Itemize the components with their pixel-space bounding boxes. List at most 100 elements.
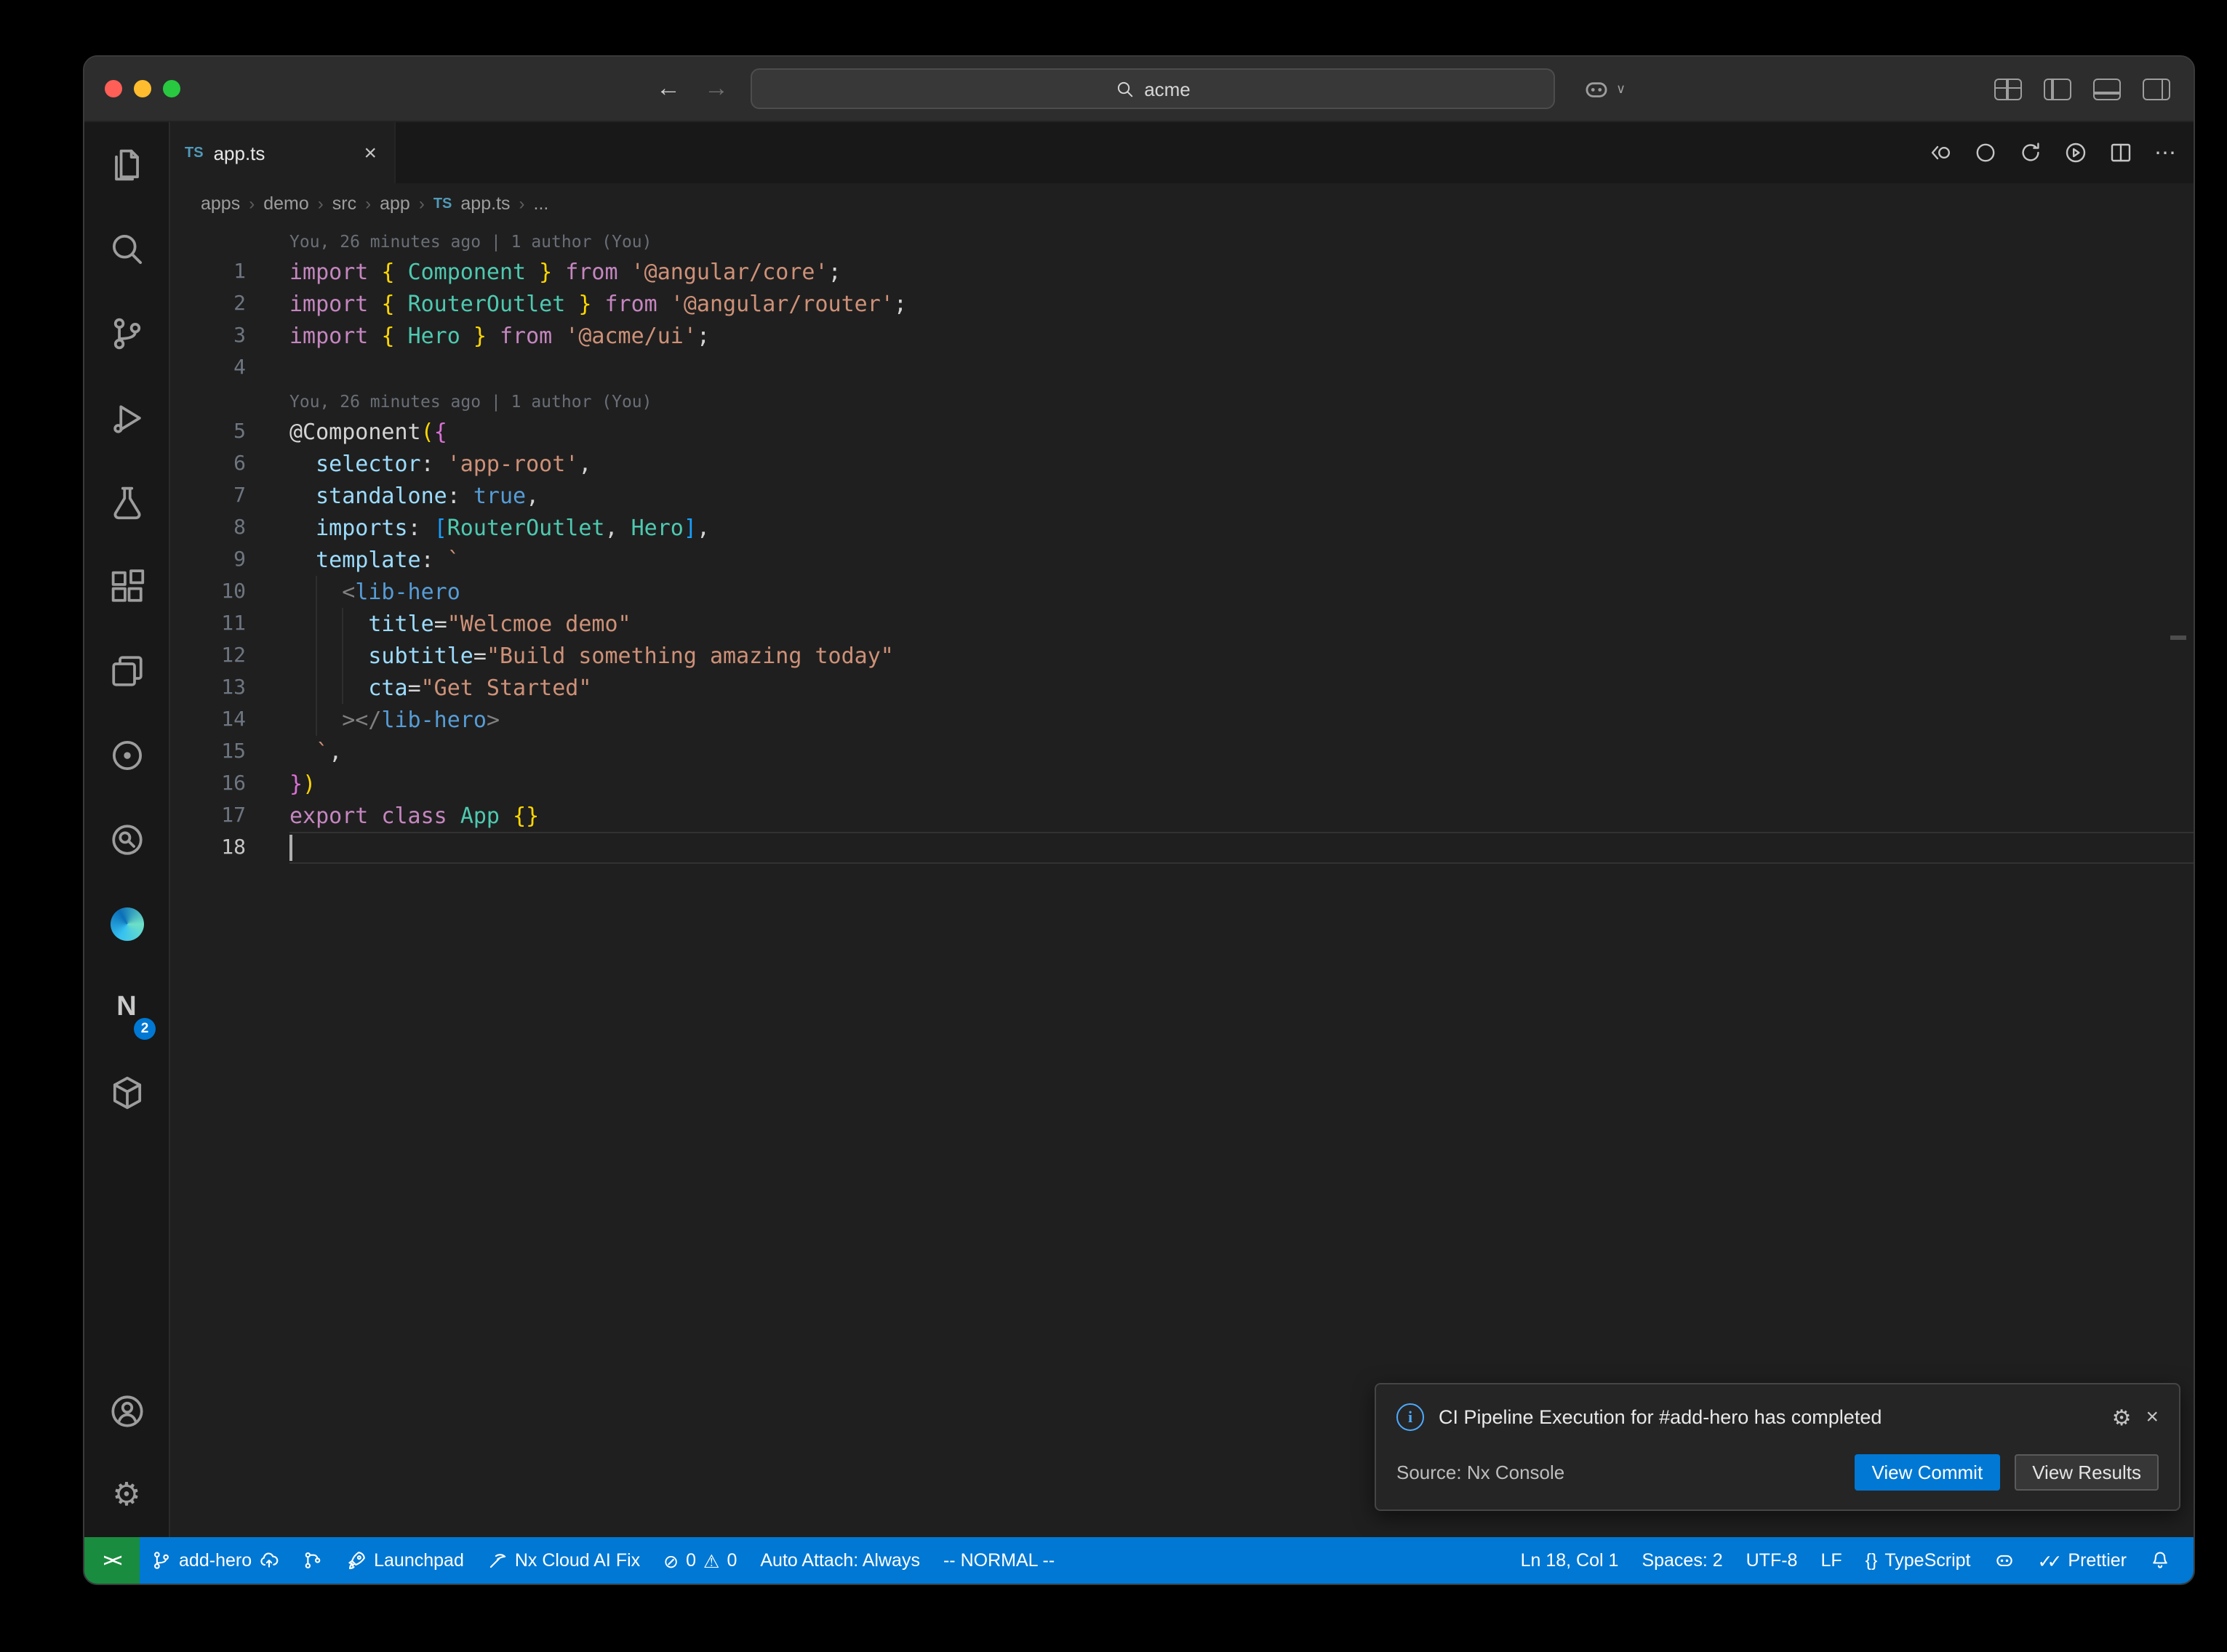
sidebar-item-extensions[interactable]	[84, 544, 169, 628]
breadcrumb-item[interactable]: app	[380, 193, 410, 214]
line-number[interactable]: 7	[170, 480, 289, 512]
sidebar-item-gitlens[interactable]	[84, 797, 169, 881]
settings-button[interactable]: ⚙	[84, 1453, 169, 1537]
cursor-position-button[interactable]: Ln 18, Col 1	[1509, 1537, 1631, 1584]
line-number[interactable]: 18	[170, 832, 289, 864]
launchpad-button[interactable]: Launchpad	[335, 1537, 476, 1584]
sidebar-item-testing[interactable]	[84, 460, 169, 544]
git-graph-button[interactable]	[291, 1537, 335, 1584]
line-number[interactable]: 10	[170, 576, 289, 608]
sidebar-item-source-control[interactable]	[84, 291, 169, 375]
line-number[interactable]: 6	[170, 448, 289, 480]
vim-mode-indicator[interactable]: -- NORMAL --	[932, 1537, 1066, 1584]
code-row[interactable]: 3import { Hero } from '@acme/ui';	[170, 320, 2194, 352]
sidebar-item-nx-console[interactable]: N 2	[84, 966, 169, 1050]
indentation-button[interactable]: Spaces: 2	[1630, 1537, 1734, 1584]
problems-button[interactable]: ⊘ 0 ⚠ 0	[652, 1537, 748, 1584]
code-row[interactable]: 2import { RouterOutlet } from '@angular/…	[170, 288, 2194, 320]
toggle-panel-icon[interactable]	[2093, 78, 2121, 100]
breadcrumb-file[interactable]: app.ts	[460, 193, 510, 214]
breadcrumb-tail[interactable]: ...	[534, 193, 549, 214]
line-number[interactable]: 12	[170, 640, 289, 672]
breadcrumb-item[interactable]: apps	[201, 193, 240, 214]
sidebar-item-dependencies[interactable]	[84, 1050, 169, 1134]
line-number[interactable]: 1	[170, 256, 289, 288]
line-number[interactable]: 4	[170, 352, 289, 384]
code-row[interactable]: 5@Component({	[170, 416, 2194, 448]
code-row[interactable]: 14 ></lib-hero>	[170, 704, 2194, 736]
customize-layout-icon[interactable]	[1994, 78, 2022, 100]
close-window-button[interactable]	[105, 80, 122, 97]
more-actions-button[interactable]: ⋯	[2154, 140, 2176, 166]
view-commit-button[interactable]: View Commit	[1855, 1454, 2001, 1491]
sidebar-item-search[interactable]	[84, 206, 169, 291]
breadcrumb-item[interactable]: src	[332, 193, 356, 214]
line-number[interactable]: 11	[170, 608, 289, 640]
sidebar-item-remote-explorer[interactable]	[84, 628, 169, 713]
copilot-menu[interactable]: ∨	[1583, 57, 1626, 121]
code-row[interactable]: 12 subtitle="Build something amazing tod…	[170, 640, 2194, 672]
copilot-status-button[interactable]	[1983, 1537, 2026, 1584]
sidebar-item-run-debug[interactable]	[84, 375, 169, 460]
compare-changes-button[interactable]	[1929, 141, 1952, 164]
notification-settings-button[interactable]: ⚙	[2112, 1404, 2132, 1430]
line-number[interactable]: 2	[170, 288, 289, 320]
code-row[interactable]: 6 selector: 'app-root',	[170, 448, 2194, 480]
line-number[interactable]: 16	[170, 768, 289, 800]
sidebar-item-explorer[interactable]	[84, 122, 169, 206]
split-editor-button[interactable]	[2109, 141, 2132, 164]
code-row[interactable]: 13 cta="Get Started"	[170, 672, 2194, 704]
run-code-button[interactable]	[2064, 141, 2087, 164]
code-row[interactable]: 8 imports: [RouterOutlet, Hero],	[170, 512, 2194, 544]
notifications-bell-button[interactable]	[2138, 1537, 2182, 1584]
code-row[interactable]: 11 title="Welcmoe demo"	[170, 608, 2194, 640]
line-number[interactable]: 8	[170, 512, 289, 544]
view-results-button[interactable]: View Results	[2015, 1454, 2159, 1491]
line-number[interactable]: 17	[170, 800, 289, 832]
code-row[interactable]: 4	[170, 352, 2194, 384]
accounts-button[interactable]	[84, 1368, 169, 1453]
eol-button[interactable]: LF	[1809, 1537, 1853, 1584]
code-editor[interactable]: You, 26 minutes ago | 1 author (You)1imp…	[170, 224, 2194, 1537]
blame-row[interactable]: You, 26 minutes ago | 1 author (You)	[170, 224, 2194, 256]
blame-row[interactable]: You, 26 minutes ago | 1 author (You)	[170, 384, 2194, 416]
code-row[interactable]: 15 `,	[170, 736, 2194, 768]
line-number[interactable]: 5	[170, 416, 289, 448]
line-number[interactable]	[170, 384, 289, 416]
code-row[interactable]: 18	[170, 832, 2194, 864]
command-center-search[interactable]: acme	[751, 68, 1555, 109]
minimize-window-button[interactable]	[134, 80, 151, 97]
breadcrumb-item[interactable]: demo	[263, 193, 309, 214]
sidebar-item-actions[interactable]	[84, 713, 169, 797]
refresh-button[interactable]	[2019, 141, 2042, 164]
line-number[interactable]: 13	[170, 672, 289, 704]
toggle-secondary-sidebar-icon[interactable]	[2143, 78, 2170, 100]
sidebar-item-edge-tools[interactable]	[84, 881, 169, 966]
navigate-back-button[interactable]: ←	[656, 57, 681, 121]
line-number[interactable]: 9	[170, 544, 289, 576]
auto-attach-button[interactable]: Auto Attach: Always	[748, 1537, 932, 1584]
remote-indicator-button[interactable]: ><	[84, 1537, 140, 1584]
code-row[interactable]: 10 <lib-hero	[170, 576, 2194, 608]
code-row[interactable]: 9 template: `	[170, 544, 2194, 576]
close-tab-button[interactable]: ×	[361, 140, 380, 165]
line-number[interactable]: 15	[170, 736, 289, 768]
zoom-window-button[interactable]	[163, 80, 180, 97]
status-circle-button[interactable]	[1974, 141, 1997, 164]
navigate-forward-button[interactable]: →	[704, 57, 729, 121]
formatter-button[interactable]: ✓✓ Prettier	[2026, 1537, 2139, 1584]
line-number[interactable]: 14	[170, 704, 289, 736]
git-branch-button[interactable]: add-hero	[140, 1537, 291, 1584]
encoding-button[interactable]: UTF-8	[1735, 1537, 1810, 1584]
code-row[interactable]: 1import { Component } from '@angular/cor…	[170, 256, 2194, 288]
toggle-sidebar-icon[interactable]	[2044, 78, 2071, 100]
code-row[interactable]: 7 standalone: true,	[170, 480, 2194, 512]
language-mode-button[interactable]: {} TypeScript	[1854, 1537, 1983, 1584]
code-row[interactable]: 16})	[170, 768, 2194, 800]
line-number[interactable]: 3	[170, 320, 289, 352]
notification-close-button[interactable]: ×	[2146, 1405, 2159, 1430]
code-row[interactable]: 17export class App {}	[170, 800, 2194, 832]
tab-app-ts[interactable]: TS app.ts ×	[170, 122, 396, 183]
nx-cloud-fix-button[interactable]: Nx Cloud AI Fix	[476, 1537, 652, 1584]
line-number[interactable]	[170, 224, 289, 256]
